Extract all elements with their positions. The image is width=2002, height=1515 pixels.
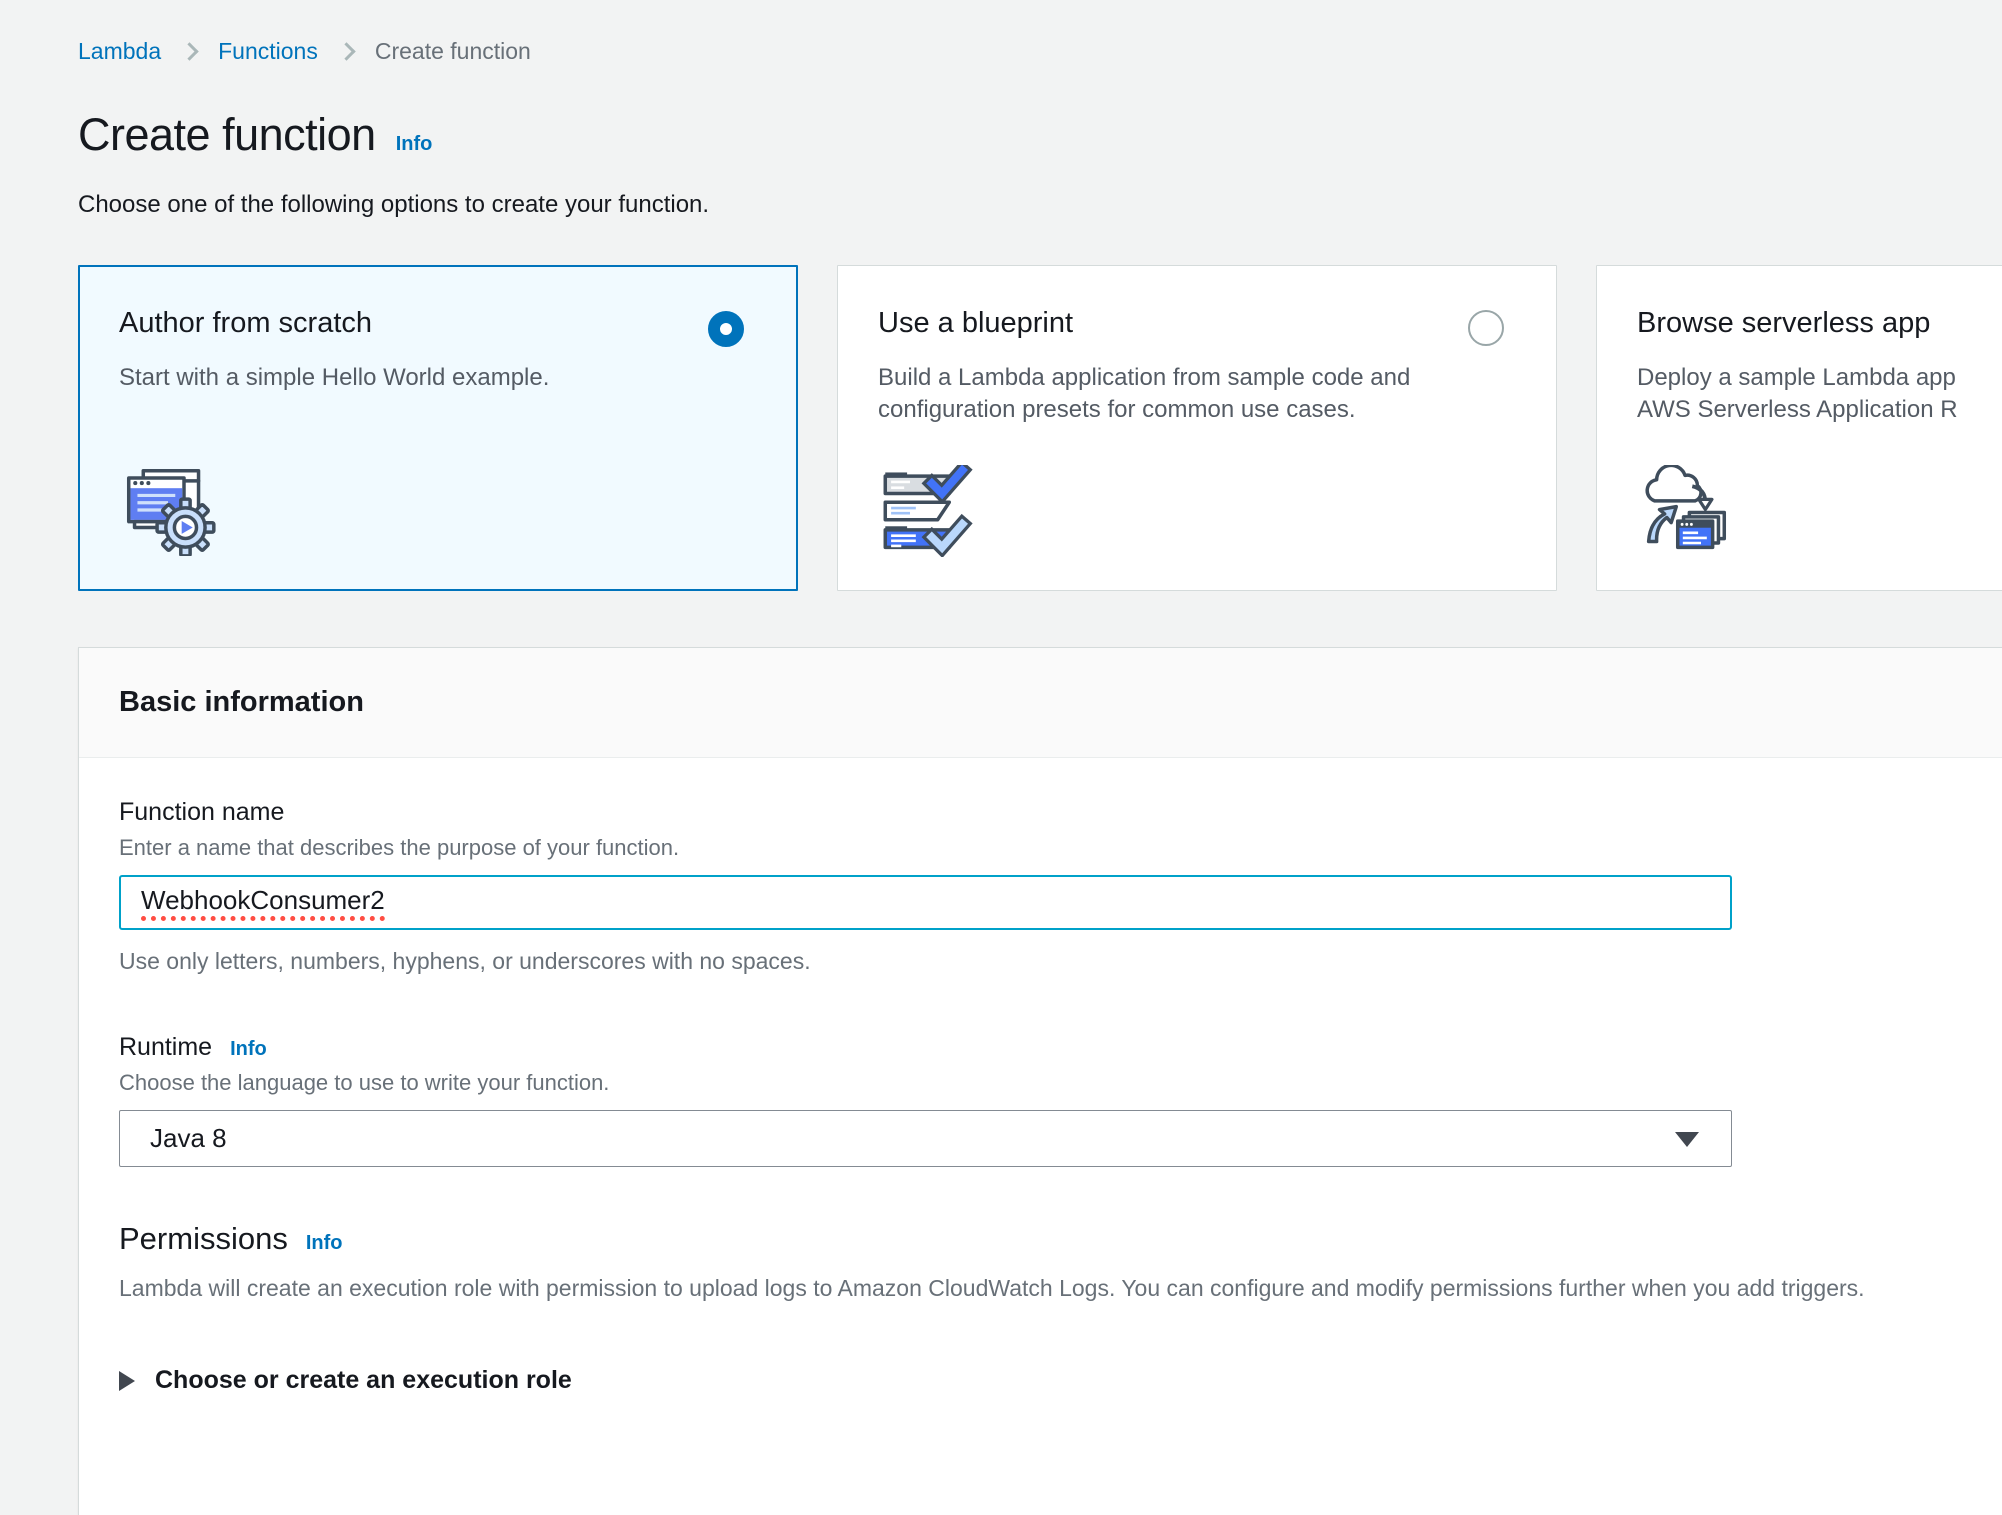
window-gear-play-icon <box>120 464 216 561</box>
card-title: Browse serverless app <box>1637 307 2002 340</box>
basic-information-panel: Basic information Function name Enter a … <box>78 647 2002 1515</box>
permissions-section: Permissions Info Lambda will create an e… <box>119 1221 2002 1395</box>
caret-down-icon <box>1675 1132 1699 1147</box>
breadcrumb-current: Create function <box>375 38 531 65</box>
execution-role-expander-label: Choose or create an execution role <box>155 1366 572 1395</box>
function-name-input[interactable]: WebhookConsumer2 <box>119 875 1732 930</box>
card-description-line: AWS Serverless Application R <box>1637 394 2002 426</box>
function-name-label: Function name <box>119 798 2002 827</box>
card-browse-serverless-app[interactable]: Browse serverless app Deploy a sample La… <box>1596 265 2002 591</box>
blueprint-checklist-icon <box>878 465 974 562</box>
triangle-right-icon <box>119 1371 135 1391</box>
permissions-heading: Permissions <box>119 1221 288 1257</box>
card-description: Deploy a sample Lambda app AWS Serverles… <box>1637 362 2002 427</box>
card-title: Use a blueprint <box>878 307 1516 340</box>
page-title-info-link[interactable]: Info <box>396 133 433 156</box>
breadcrumb-functions-link[interactable]: Functions <box>218 38 318 65</box>
creation-option-cards: Author from scratch Start with a simple … <box>78 265 2002 591</box>
page-title: Create function <box>78 109 376 161</box>
card-title: Author from scratch <box>119 307 757 340</box>
runtime-info-link[interactable]: Info <box>230 1038 267 1061</box>
chevron-right-icon <box>180 42 198 60</box>
panel-body: Function name Enter a name that describe… <box>79 758 2002 1515</box>
card-author-from-scratch[interactable]: Author from scratch Start with a simple … <box>78 265 798 591</box>
card-use-a-blueprint[interactable]: Use a blueprint Build a Lambda applicati… <box>837 265 1557 591</box>
runtime-selected-value: Java 8 <box>150 1123 227 1154</box>
runtime-hint: Choose the language to use to write your… <box>119 1070 2002 1096</box>
page-subtitle: Choose one of the following options to c… <box>78 191 2002 219</box>
breadcrumb-lambda-link[interactable]: Lambda <box>78 38 161 65</box>
function-name-group: Function name Enter a name that describe… <box>119 798 2002 975</box>
permissions-info-link[interactable]: Info <box>306 1232 343 1255</box>
cloud-deploy-icon <box>1637 465 1733 562</box>
function-name-value: WebhookConsumer2 <box>141 885 385 921</box>
panel-header: Basic information <box>79 648 2002 758</box>
radio-selected[interactable] <box>708 311 744 347</box>
breadcrumb: Lambda Functions Create function <box>78 38 2002 65</box>
create-function-page: Lambda Functions Create function Create … <box>0 0 2002 1460</box>
radio-unselected[interactable] <box>1468 310 1504 346</box>
runtime-label: Runtime <box>119 1033 212 1062</box>
card-description-line: Deploy a sample Lambda app <box>1637 362 2002 394</box>
runtime-select[interactable]: Java 8 <box>119 1110 1732 1167</box>
function-name-hint: Enter a name that describes the purpose … <box>119 835 2002 861</box>
execution-role-expander[interactable]: Choose or create an execution role <box>119 1366 2002 1395</box>
card-description: Build a Lambda application from sample c… <box>878 362 1516 427</box>
function-name-constraint: Use only letters, numbers, hyphens, or u… <box>119 948 2002 975</box>
chevron-right-icon <box>337 42 355 60</box>
permissions-description: Lambda will create an execution role wit… <box>119 1275 2002 1302</box>
runtime-group: Runtime Info Choose the language to use … <box>119 1033 2002 1167</box>
card-description: Start with a simple Hello World example. <box>119 362 757 394</box>
